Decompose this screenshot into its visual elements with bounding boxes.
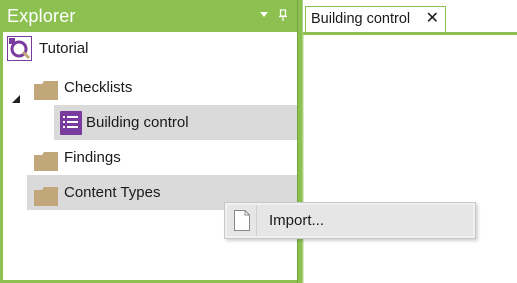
pin-icon[interactable] (276, 9, 290, 23)
folder-icon (34, 149, 58, 171)
folder-icon (34, 184, 58, 206)
tutorial-app-icon (7, 36, 32, 73)
tree-item-tutorial[interactable]: Tutorial (3, 32, 297, 65)
tab-label: Building control (311, 11, 411, 27)
tree-item-findings[interactable]: Findings (3, 140, 297, 175)
document-icon (234, 210, 250, 236)
tree-item-label: Checklists (64, 79, 133, 96)
dropdown-arrow-icon[interactable] (257, 9, 271, 23)
document-area: Building control ✕ (303, 0, 517, 283)
folder-icon (34, 78, 58, 100)
document-content (303, 35, 517, 283)
explorer-panel: Explorer Tutorial Checklists Building co… (0, 0, 297, 283)
context-menu: Import... (224, 202, 476, 239)
tree-item-label: Findings (64, 149, 121, 166)
menu-item-label: Import... (269, 212, 325, 229)
tree-item-label: Content Types (64, 184, 161, 201)
close-icon[interactable]: ✕ (426, 7, 439, 31)
explorer-header: Explorer (3, 3, 297, 32)
tab-building-control[interactable]: Building control ✕ (305, 6, 446, 32)
menu-icon-column (227, 205, 257, 236)
tree-item-label: Building control (86, 114, 189, 131)
menu-item-import[interactable]: Import... (227, 205, 473, 236)
tree-item-checklists[interactable]: Checklists (3, 70, 297, 105)
explorer-title: Explorer (7, 6, 76, 26)
expand-triangle-icon[interactable] (11, 82, 21, 117)
tree-item-building-control[interactable]: Building control (54, 105, 297, 140)
tab-strip: Building control ✕ (303, 0, 517, 35)
tree-item-label: Tutorial (39, 40, 89, 57)
